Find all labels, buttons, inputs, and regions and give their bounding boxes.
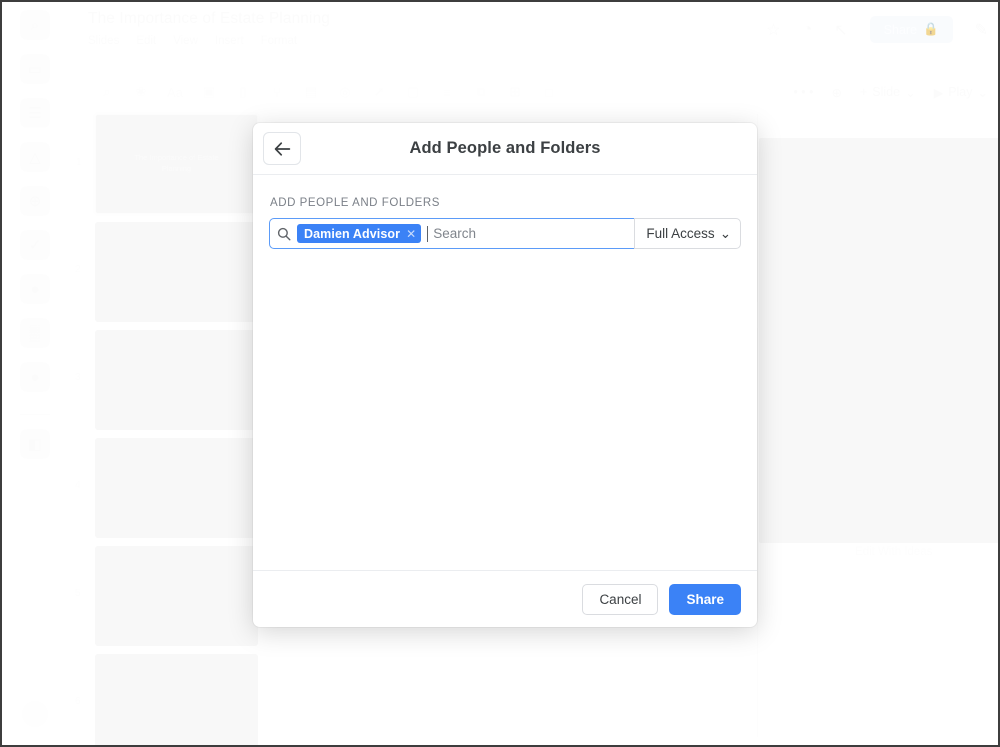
search-input-wrapper[interactable]: Damien Advisor ✕ [269,218,635,249]
search-icon [277,227,291,241]
people-picker-row: Damien Advisor ✕ Full Access ⌄ [269,218,741,249]
screenshot-root: ⌕ ▭ ☰ △ ⊕ ✓ ● ▒ ● ◧ The Importance of Es… [0,0,1000,747]
close-icon[interactable]: ✕ [406,228,416,240]
share-button[interactable]: Share [669,583,741,615]
dialog-footer: Cancel Share [253,570,757,627]
cancel-button[interactable]: Cancel [582,583,659,615]
section-label: ADD PEOPLE AND FOLDERS [270,197,440,209]
text-cursor [427,225,429,242]
chevron-down-icon: ⌄ [719,225,731,241]
dialog-title: Add People and Folders [409,139,601,157]
person-token-label: Damien Advisor [304,226,401,241]
person-token[interactable]: Damien Advisor ✕ [297,224,422,243]
access-level-value: Full Access [646,226,715,241]
access-level-dropdown[interactable]: Full Access ⌄ [634,218,741,249]
search-input[interactable] [433,226,628,241]
dialog-header: Add People and Folders [253,123,757,175]
add-people-and-folders-dialog: Add People and Folders ADD PEOPLE AND FO… [253,123,757,627]
back-arrow-icon[interactable] [263,132,301,165]
dialog-body: ADD PEOPLE AND FOLDERS Damien Advisor ✕ [253,175,757,570]
